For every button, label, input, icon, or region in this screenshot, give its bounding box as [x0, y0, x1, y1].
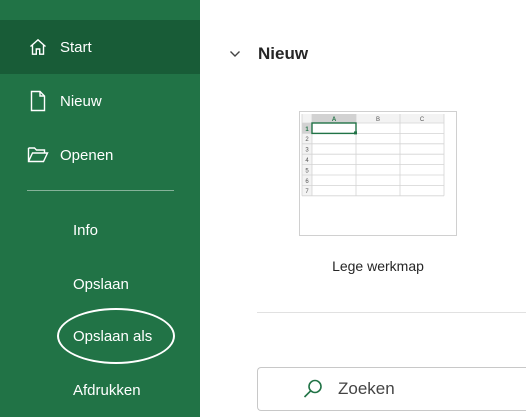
- column-header-label: C: [420, 117, 425, 123]
- selected-cell: [311, 122, 357, 135]
- blank-workbook-template[interactable]: ABC1234567: [299, 111, 457, 236]
- chevron-down-icon: [228, 47, 242, 61]
- search-icon: [302, 378, 324, 400]
- sidebar-item-label: Opslaan als: [73, 327, 153, 345]
- main-divider: [257, 312, 526, 313]
- sidebar-item-opslaan[interactable]: Opslaan: [0, 257, 200, 311]
- backstage-sidebar: Start Nieuw Openen Info Opslaan Opslaan …: [0, 0, 200, 417]
- search-input[interactable]: [338, 379, 498, 399]
- main-panel: Nieuw ABC1234567 Lege werkmap: [200, 0, 526, 417]
- sidebar-item-label: Nieuw: [60, 92, 102, 110]
- section-title: Nieuw: [258, 44, 309, 63]
- sidebar-item-label: Info: [73, 221, 99, 239]
- sidebar-item-openen[interactable]: Openen: [0, 128, 200, 182]
- search-box[interactable]: [257, 367, 526, 411]
- home-icon: [27, 36, 49, 58]
- open-folder-icon: [27, 144, 49, 166]
- sidebar-item-start[interactable]: Start: [0, 20, 200, 74]
- sidebar-item-label: Start: [60, 38, 92, 56]
- template-label: Lege werkmap: [332, 258, 424, 274]
- sidebar-top-strip: [0, 0, 200, 20]
- new-document-icon: [27, 90, 49, 112]
- spreadsheet-preview: A B C1234567: [301, 114, 445, 197]
- fill-handle: [354, 131, 357, 135]
- column-header-label: A: [332, 117, 337, 123]
- sidebar-item-opslaan-als[interactable]: Opslaan als: [0, 309, 200, 363]
- sidebar-item-label: Afdrukken: [73, 381, 141, 399]
- sidebar-item-info[interactable]: Info: [0, 203, 200, 257]
- column-header-label: B: [376, 117, 380, 123]
- sidebar-item-label: Opslaan: [73, 275, 129, 293]
- sidebar-item-label: Openen: [60, 146, 114, 164]
- sidebar-item-afdrukken[interactable]: Afdrukken: [0, 363, 200, 417]
- sidebar-divider: [27, 190, 174, 191]
- section-header-nieuw[interactable]: Nieuw: [228, 44, 308, 64]
- sidebar-item-nieuw[interactable]: Nieuw: [0, 74, 200, 128]
